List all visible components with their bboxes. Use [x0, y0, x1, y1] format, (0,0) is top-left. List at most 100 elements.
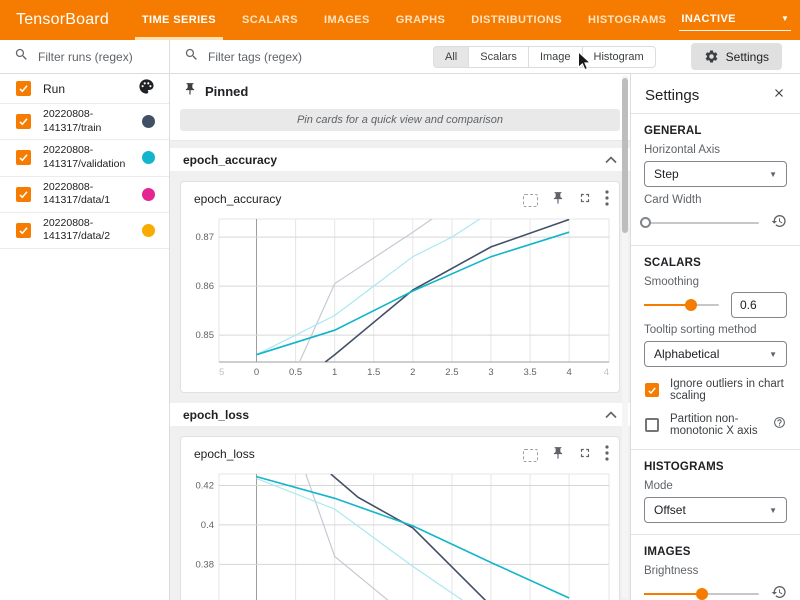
header-actions: INACTIVE ▼ — [679, 10, 800, 31]
histogram-mode-value: Offset — [654, 503, 686, 517]
run-row-20220808-141317-train[interactable]: 20220808-141317/train — [0, 104, 169, 140]
pinned-empty-message: Pin cards for a quick view and compariso… — [180, 109, 620, 131]
horizontal-axis-label: Horizontal Axis — [644, 144, 787, 156]
ignore-outliers-label: Ignore outliers in chart scaling — [670, 378, 786, 402]
section-title: epoch_loss — [183, 408, 249, 422]
chevron-down-icon: ▼ — [769, 170, 777, 179]
pinned-title: Pinned — [205, 84, 248, 99]
svg-text:0.86: 0.86 — [196, 281, 215, 292]
palette-icon[interactable] — [138, 78, 155, 100]
run-color-dot — [142, 224, 155, 237]
card-wrapper: epoch_accuracy 00.511.522.533.54540.850.… — [170, 171, 630, 403]
card-width-slider[interactable] — [644, 222, 759, 224]
run-label: 20220808-141317/data/1 — [43, 181, 129, 208]
main-scrollbar — [622, 76, 628, 598]
run-row-20220808-141317-data-2[interactable]: 20220808-141317/data/2 — [0, 213, 169, 249]
fit-domain-icon[interactable] — [523, 449, 538, 462]
tooltip-sorting-label: Tooltip sorting method — [644, 324, 787, 336]
svg-text:3.5: 3.5 — [523, 367, 536, 378]
ignore-outliers-checkbox[interactable] — [645, 383, 659, 397]
pin-icon — [183, 82, 197, 101]
filter-button-histogram[interactable]: Histogram — [582, 46, 656, 68]
tab-distributions[interactable]: DISTRIBUTIONS — [458, 0, 575, 40]
filter-button-all[interactable]: All — [433, 46, 469, 68]
card-width-label: Card Width — [644, 194, 787, 206]
chevron-down-icon: ▼ — [769, 506, 777, 515]
settings-button[interactable]: Settings — [691, 43, 782, 70]
chevron-up-icon[interactable] — [605, 406, 617, 424]
settings-general-section: GENERAL Horizontal Axis Step ▼ Card Widt… — [631, 113, 800, 245]
help-icon[interactable] — [773, 416, 786, 434]
more-options-icon[interactable] — [605, 445, 609, 466]
settings-button-label: Settings — [726, 50, 769, 64]
reset-icon[interactable] — [771, 584, 787, 600]
chevron-down-icon: ▼ — [769, 350, 777, 359]
tag-filter-input[interactable] — [208, 50, 388, 64]
tab-histograms[interactable]: HISTOGRAMS — [575, 0, 679, 40]
settings-panel: Settings GENERAL Horizontal Axis Step ▼ … — [630, 74, 800, 600]
svg-text:0.4: 0.4 — [201, 520, 214, 531]
reset-icon[interactable] — [771, 213, 787, 234]
app-header: TensorBoard TIME SERIESSCALARSIMAGESGRAP… — [0, 0, 800, 40]
svg-text:3: 3 — [488, 367, 493, 378]
smoothing-value-input[interactable] — [731, 292, 787, 318]
partition-x-row[interactable]: Partition non-monotonic X axis — [645, 413, 786, 437]
pin-icon[interactable] — [551, 446, 565, 465]
more-options-icon[interactable] — [605, 190, 609, 211]
run-checkbox[interactable] — [16, 187, 31, 202]
close-icon[interactable] — [772, 86, 786, 104]
select-all-runs-checkbox[interactable] — [16, 81, 31, 96]
epoch-accuracy-card: epoch_accuracy 00.511.522.533.54540.850.… — [180, 181, 620, 393]
run-color-dot — [142, 151, 155, 164]
smoothing-slider[interactable] — [644, 304, 719, 306]
app-title: TensorBoard — [0, 11, 127, 29]
run-row-20220808-141317-data-1[interactable]: 20220808-141317/data/1 — [0, 177, 169, 213]
settings-panel-title: Settings — [645, 87, 699, 104]
tab-scalars[interactable]: SCALARS — [229, 0, 311, 40]
ignore-outliers-row[interactable]: Ignore outliers in chart scaling — [645, 378, 786, 402]
tab-images[interactable]: IMAGES — [311, 0, 383, 40]
chart-title: epoch_accuracy — [194, 192, 281, 206]
fullscreen-icon[interactable] — [578, 446, 592, 465]
filter-button-scalars[interactable]: Scalars — [468, 46, 529, 68]
search-icon — [184, 47, 199, 67]
scalars-heading: SCALARS — [644, 257, 787, 269]
runs-header-row: Run — [0, 74, 169, 104]
cards-scroll-area: Pinned Pin cards for a quick view and co… — [170, 74, 630, 600]
tooltip-sorting-select[interactable]: Alphabetical ▼ — [644, 341, 787, 367]
section-title: epoch_accuracy — [183, 153, 277, 167]
run-color-dot — [142, 115, 155, 128]
run-row-20220808-141317-validation[interactable]: 20220808-141317/validation — [0, 140, 169, 176]
run-filter-input[interactable] — [38, 50, 150, 64]
scrollbar-thumb[interactable] — [622, 78, 628, 233]
chart-title: epoch_loss — [194, 447, 255, 461]
svg-text:4: 4 — [604, 367, 609, 378]
status-dropdown[interactable]: INACTIVE ▼ — [679, 10, 791, 31]
nav-tabs: TIME SERIESSCALARSIMAGESGRAPHSDISTRIBUTI… — [129, 0, 679, 40]
run-color-dot — [142, 188, 155, 201]
run-checkbox[interactable] — [16, 223, 31, 238]
section-epoch-accuracy[interactable]: epoch_accuracy — [170, 148, 630, 171]
fit-domain-icon[interactable] — [523, 194, 538, 207]
tab-graphs[interactable]: GRAPHS — [383, 0, 458, 40]
chevron-up-icon[interactable] — [605, 151, 617, 169]
partition-x-label: Partition non-monotonic X axis — [670, 413, 762, 437]
histogram-mode-select[interactable]: Offset ▼ — [644, 497, 787, 523]
epoch-loss-chart[interactable]: 00.511.522.533.54540.360.380.40.42 — [181, 469, 620, 600]
settings-images-section: IMAGES Brightness Contrast — [631, 534, 800, 600]
fullscreen-icon[interactable] — [578, 191, 592, 210]
brightness-slider[interactable] — [644, 593, 759, 595]
pin-icon[interactable] — [551, 191, 565, 210]
filter-button-image[interactable]: Image — [528, 46, 583, 68]
section-epoch-loss[interactable]: epoch_loss — [170, 403, 630, 426]
svg-text:5: 5 — [219, 367, 224, 378]
status-label: INACTIVE — [681, 13, 736, 25]
horizontal-axis-select[interactable]: Step ▼ — [644, 161, 787, 187]
tab-time-series[interactable]: TIME SERIES — [129, 0, 229, 40]
run-checkbox[interactable] — [16, 150, 31, 165]
svg-text:1.5: 1.5 — [367, 367, 380, 378]
epoch-accuracy-chart[interactable]: 00.511.522.533.54540.850.860.87 — [181, 214, 620, 380]
tensorboard-app: TensorBoard TIME SERIESSCALARSIMAGESGRAP… — [0, 0, 800, 600]
run-checkbox[interactable] — [16, 114, 31, 129]
partition-x-checkbox[interactable] — [645, 418, 659, 432]
